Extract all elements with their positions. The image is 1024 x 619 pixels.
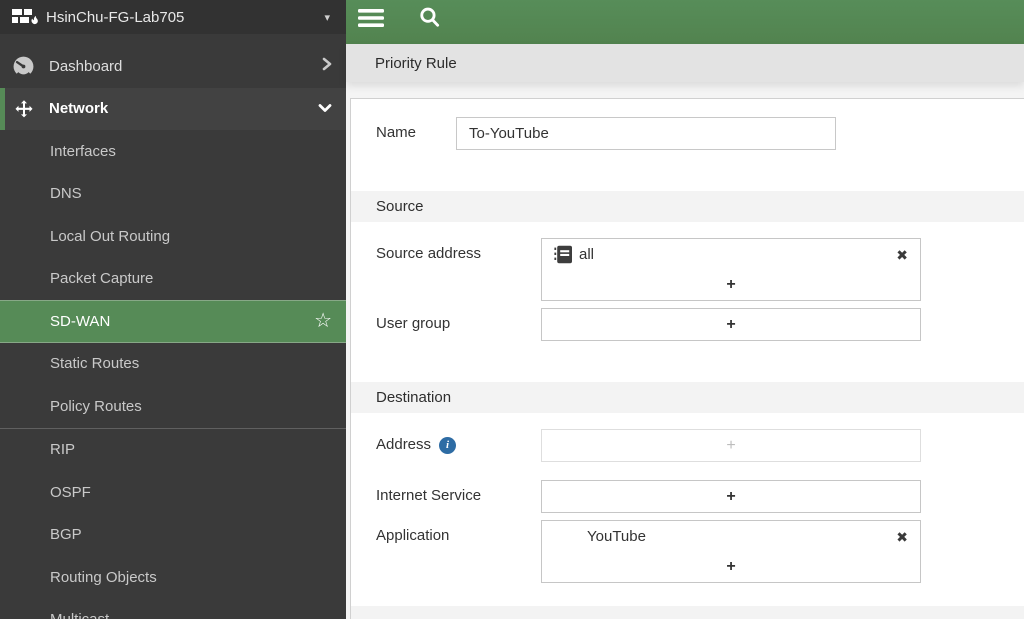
add-application-button[interactable]: +	[542, 552, 920, 582]
sidebar-item-packet-capture[interactable]: Packet Capture	[0, 258, 346, 301]
favorite-star-icon[interactable]: ☆	[314, 311, 334, 331]
sidebar-item-multicast[interactable]: Multicast	[0, 599, 346, 619]
priority-rule-form: Name Source Source address	[350, 98, 1024, 619]
sidebar-item-dashboard[interactable]: Dashboard	[0, 45, 346, 88]
sidebar-item-label: Dashboard	[49, 58, 322, 75]
page-header: Priority Rule	[346, 44, 1024, 82]
internet-service-label: Internet Service	[376, 480, 541, 512]
info-icon[interactable]: i	[439, 437, 456, 454]
add-internet-service-button[interactable]: +	[542, 481, 920, 512]
section-next-cutoff	[351, 606, 1024, 619]
add-source-address-button[interactable]: +	[542, 270, 920, 300]
content-area: Name Source Source address	[346, 82, 1024, 619]
source-address-row: Source address	[351, 238, 1024, 301]
section-source: Source	[351, 191, 1024, 222]
fortinet-logo-icon	[12, 8, 38, 26]
device-selector[interactable]: HsinChu-FG-Lab705 ▾	[0, 0, 346, 34]
gauge-icon	[12, 55, 35, 78]
sidebar-item-policy-routes[interactable]: Policy Routes	[0, 385, 346, 428]
search-icon[interactable]	[416, 6, 442, 29]
sidebar: HsinChu-FG-Lab705 ▾ Dashboard	[0, 0, 346, 619]
menu-toggle-icon[interactable]	[358, 6, 384, 29]
sidebar-item-bgp[interactable]: BGP	[0, 514, 346, 557]
sidebar-menu: Dashboard Network Interfaces DNS Local O	[0, 34, 346, 619]
topbar	[346, 0, 1024, 44]
application-label: Application	[376, 520, 541, 552]
address-object-icon	[554, 245, 573, 264]
page-title: Priority Rule	[375, 55, 457, 72]
caret-down-icon: ▾	[324, 11, 334, 24]
entry-all: all ✖	[542, 239, 920, 270]
sidebar-item-local-out-routing[interactable]: Local Out Routing	[0, 215, 346, 258]
sidebar-item-static-routes[interactable]: Static Routes	[0, 343, 346, 386]
add-dest-address-button-disabled: +	[542, 430, 920, 461]
remove-entry-icon[interactable]: ✖	[896, 248, 908, 262]
user-group-label: User group	[376, 308, 541, 340]
device-name: HsinChu-FG-Lab705	[46, 9, 324, 26]
sidebar-item-dns[interactable]: DNS	[0, 173, 346, 216]
application-row: Application YouTube ✖ +	[351, 520, 1024, 583]
user-group-box[interactable]: +	[541, 308, 921, 341]
dest-address-row: Address i +	[351, 429, 1024, 462]
section-destination: Destination	[351, 382, 1024, 413]
sidebar-item-rip[interactable]: RIP	[0, 429, 346, 472]
move-arrows-icon	[12, 97, 35, 120]
fortigate-app: HsinChu-FG-Lab705 ▾ Dashboard	[0, 0, 1024, 619]
internet-service-row: Internet Service +	[351, 480, 1024, 513]
chevron-down-icon	[318, 100, 332, 117]
source-address-label: Source address	[376, 238, 541, 270]
dest-address-label: Address	[376, 429, 431, 461]
dest-address-box: +	[541, 429, 921, 462]
entry-youtube: YouTube ✖	[542, 521, 920, 552]
sidebar-item-label: Network	[49, 100, 318, 117]
remove-entry-icon[interactable]: ✖	[896, 530, 908, 544]
internet-service-box[interactable]: +	[541, 480, 921, 513]
sidebar-item-network[interactable]: Network	[0, 88, 346, 131]
user-group-row: User group +	[351, 308, 1024, 341]
main-panel: Priority Rule Name Source Source address	[346, 0, 1024, 619]
sidebar-item-sdwan[interactable]: SD-WAN ☆	[0, 300, 346, 343]
entry-name: YouTube	[554, 528, 646, 545]
source-address-box[interactable]: all ✖ +	[541, 238, 921, 301]
sidebar-item-ospf[interactable]: OSPF	[0, 471, 346, 514]
chevron-right-icon	[322, 57, 332, 75]
add-user-group-button[interactable]: +	[542, 309, 920, 340]
sidebar-item-interfaces[interactable]: Interfaces	[0, 130, 346, 173]
name-label: Name	[376, 117, 456, 149]
sidebar-item-routing-objects[interactable]: Routing Objects	[0, 556, 346, 599]
name-row: Name	[351, 117, 1024, 150]
application-box[interactable]: YouTube ✖ +	[541, 520, 921, 583]
name-input[interactable]	[456, 117, 836, 150]
entry-name: all	[579, 246, 594, 263]
